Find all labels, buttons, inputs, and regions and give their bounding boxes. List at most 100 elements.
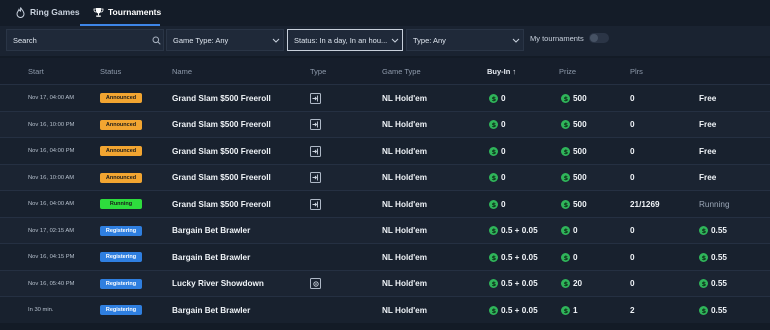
buy-in: $0.5 + 0.05 <box>489 271 538 297</box>
search-icon[interactable] <box>149 36 163 45</box>
prize: $20 <box>561 271 582 297</box>
column-header-name[interactable]: Name <box>172 67 192 76</box>
players-count: 2 <box>630 305 635 315</box>
game-type: NL Hold'em <box>382 279 428 288</box>
status-value: Status: In a day, In an hou... <box>294 35 388 45</box>
svg-text:$: $ <box>492 254 496 261</box>
prize-value: 20 <box>573 279 583 288</box>
players-count: 21/1269 <box>630 199 660 209</box>
svg-text:$: $ <box>492 307 496 314</box>
status-badge: Registering <box>100 225 142 236</box>
status-cell: Announced <box>100 165 142 191</box>
tournament-name[interactable]: Grand Slam $500 Freeroll <box>172 85 271 111</box>
tab-ring-games[interactable]: Ring Games <box>14 0 80 24</box>
prize-value: 0 <box>573 252 578 262</box>
start-time: In 30 min. <box>28 307 54 313</box>
column-header-status[interactable]: Status <box>100 67 121 76</box>
entry-fee: $0.55 <box>699 244 727 270</box>
enter-icon <box>310 119 321 130</box>
prize-value: 500 <box>573 120 587 129</box>
buy-in-value: 0 <box>501 93 506 103</box>
enter-icon <box>310 198 321 210</box>
my-tournaments-filter: My tournaments <box>530 33 609 43</box>
table-row[interactable]: Nov 17, 04:00 AM Announced Grand Slam $500… <box>0 84 770 111</box>
chevron-down-icon <box>509 38 523 43</box>
tournament-name[interactable]: Grand Slam $500 Freeroll <box>172 191 271 217</box>
status-badge: Announced <box>100 93 142 103</box>
coin-icon: $ <box>699 252 708 262</box>
game-type: NL Hold'em <box>382 305 428 315</box>
tournament-name[interactable]: Grand Slam $500 Freeroll <box>172 112 271 138</box>
search-input[interactable]: Search <box>6 29 164 51</box>
coin-icon: $ <box>489 305 498 315</box>
svg-text:$: $ <box>564 121 568 128</box>
tournament-name[interactable]: Bargain Bet Brawler <box>172 218 250 244</box>
column-header-game-type[interactable]: Game Type <box>382 67 421 76</box>
column-header-prize[interactable]: Prize <box>559 67 576 76</box>
prize-value: 500 <box>573 146 587 156</box>
buy-in: $0 <box>489 85 506 111</box>
prize-value: 500 <box>573 173 587 182</box>
status-cell: Announced <box>100 85 142 111</box>
table-row[interactable]: Nov 16, 05:40 PM Registering Lucky River S… <box>0 269 770 297</box>
coin-icon: $ <box>489 252 498 262</box>
tournament-name[interactable]: Lucky River Showdown <box>172 271 264 297</box>
tab-tournaments[interactable]: Tournaments <box>92 0 161 24</box>
coin-icon: $ <box>561 199 570 209</box>
entry-fee: Free <box>699 165 716 191</box>
table-row[interactable]: Nov 16, 04:00 AM Running Grand Slam $500 F… <box>0 190 770 217</box>
players-count: 0 <box>630 93 635 103</box>
coin-icon: $ <box>489 279 498 288</box>
tournament-name[interactable]: Grand Slam $500 Freeroll <box>172 165 271 191</box>
type-cell <box>310 165 321 191</box>
tournaments-table: Start Status Name Type Game Type Buy-In … <box>0 58 770 323</box>
entry-fee: Free <box>699 85 716 111</box>
column-header-start[interactable]: Start <box>28 67 44 76</box>
coin-icon: $ <box>561 305 570 315</box>
buy-in-value: 0.5 + 0.05 <box>501 305 538 315</box>
table-header: Start Status Name Type Game Type Buy-In … <box>0 58 770 84</box>
coin-icon: $ <box>699 226 708 235</box>
table-row[interactable]: Nov 16, 04:00 PM Announced Grand Slam $500… <box>0 137 770 164</box>
table-row[interactable]: Nov 16, 10:00 PM Announced Grand Slam $500… <box>0 110 770 138</box>
top-tab-bar: Ring Games Tournaments <box>0 0 770 26</box>
tab-label: Tournaments <box>108 7 162 17</box>
players-count: 0 <box>630 146 635 156</box>
table-row[interactable]: Nov 17, 02:15 AM Registering Bargain Bet B… <box>0 216 770 244</box>
buy-in: $0.5 + 0.05 <box>489 218 538 244</box>
tournament-name[interactable]: Grand Slam $500 Freeroll <box>172 138 271 164</box>
game-type-select[interactable]: Game Type: Any <box>166 29 284 51</box>
table-row[interactable]: Nov 16, 10:00 AM Announced Grand Slam $500… <box>0 163 770 191</box>
game-type: NL Hold'em <box>382 173 428 182</box>
tournament-name[interactable]: Bargain Bet Brawler <box>172 244 250 270</box>
start-time: Nov 16, 04:00 AM <box>28 201 75 207</box>
start-time: Nov 16, 04:15 PM <box>28 254 75 260</box>
column-header-type[interactable]: Type <box>310 67 326 76</box>
game-type-value: Game Type: Any <box>173 35 229 45</box>
column-header-buy-in[interactable]: Buy-In ↑ <box>487 67 516 76</box>
column-header-plrs[interactable]: Plrs <box>630 67 643 76</box>
tournament-name[interactable]: Bargain Bet Brawler <box>172 297 250 323</box>
entry-fee-value: 0.55 <box>711 252 727 262</box>
type-select[interactable]: Type: Any <box>406 29 524 51</box>
entry-fee: $0.55 <box>699 297 727 323</box>
entry-fee-value: Free <box>699 173 717 182</box>
svg-text:$: $ <box>702 254 706 261</box>
chevron-down-icon <box>388 38 402 43</box>
my-tournaments-toggle[interactable] <box>588 33 609 43</box>
enter-icon <box>310 92 321 104</box>
entry-fee-value: 0.55 <box>711 279 727 288</box>
type-cell <box>310 85 321 111</box>
entry-fee-value: 0.55 <box>711 305 727 315</box>
status-badge: Registering <box>100 278 142 289</box>
prize: $500 <box>561 165 587 191</box>
status-select[interactable]: Status: In a day, In an hou... <box>287 29 403 51</box>
table-row[interactable]: Nov 16, 04:15 PM Registering Bargain Bet B… <box>0 243 770 270</box>
entry-fee: $0.55 <box>699 271 727 297</box>
table-row[interactable]: In 30 min. Registering Bargain Bet Brawler… <box>0 296 770 323</box>
coin-icon: $ <box>561 226 570 235</box>
status-cell: Registering <box>100 271 142 297</box>
status-badge: Announced <box>100 146 142 156</box>
status-cell: Registering <box>100 297 142 323</box>
status-cell: Registering <box>100 244 142 270</box>
